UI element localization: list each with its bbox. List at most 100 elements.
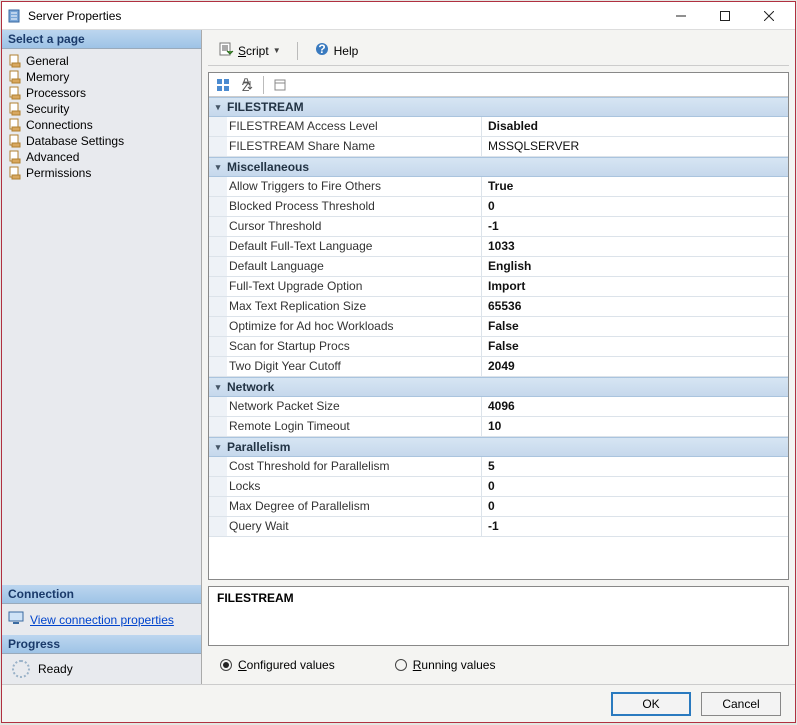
page-item-memory[interactable]: Memory (2, 69, 201, 85)
property-row[interactable]: Max Degree of Parallelism0 (209, 497, 788, 517)
page-item-connections[interactable]: Connections (2, 117, 201, 133)
row-gutter (209, 297, 227, 316)
categorized-button[interactable] (213, 75, 233, 95)
property-row[interactable]: Optimize for Ad hoc WorkloadsFalse (209, 317, 788, 337)
progress-status: Ready (38, 662, 73, 676)
row-gutter (209, 337, 227, 356)
property-row[interactable]: Network Packet Size4096 (209, 397, 788, 417)
chevron-down-icon: ▼ (273, 46, 281, 55)
page-item-label: Database Settings (26, 134, 124, 148)
minimize-button[interactable] (659, 4, 703, 28)
row-gutter (209, 317, 227, 336)
running-values-radio[interactable]: Running values (395, 658, 496, 672)
close-button[interactable] (747, 4, 791, 28)
property-row[interactable]: Query Wait-1 (209, 517, 788, 537)
help-icon: ? (314, 41, 330, 60)
property-row[interactable]: Remote Login Timeout10 (209, 417, 788, 437)
view-connection-properties-link[interactable]: View connection properties (30, 613, 174, 627)
property-row[interactable]: Cost Threshold for Parallelism5 (209, 457, 788, 477)
property-value[interactable]: 0 (482, 477, 788, 496)
property-value[interactable]: Import (482, 277, 788, 296)
description-title: FILESTREAM (217, 591, 780, 605)
property-value[interactable]: 4096 (482, 397, 788, 416)
category-row-parallelism[interactable]: ▾Parallelism (209, 437, 788, 457)
svg-text:?: ? (318, 42, 325, 56)
collapse-icon[interactable]: ▾ (209, 162, 227, 173)
property-value[interactable]: -1 (482, 517, 788, 536)
page-icon (8, 70, 22, 84)
collapse-icon[interactable]: ▾ (209, 102, 227, 113)
page-item-label: Advanced (26, 150, 79, 164)
row-gutter (209, 257, 227, 276)
property-grid: AZ ▾FILESTREAMFILESTREAM Access LevelDis… (208, 72, 789, 580)
monitor-icon (8, 610, 24, 629)
page-icon (8, 86, 22, 100)
property-row[interactable]: Cursor Threshold-1 (209, 217, 788, 237)
property-value[interactable]: 0 (482, 197, 788, 216)
help-button[interactable]: ? Help (310, 39, 363, 62)
category-row-network[interactable]: ▾Network (209, 377, 788, 397)
select-page-header: Select a page (2, 30, 201, 49)
property-row[interactable]: Locks0 (209, 477, 788, 497)
property-pages-button[interactable] (270, 75, 290, 95)
property-row[interactable]: Scan for Startup ProcsFalse (209, 337, 788, 357)
maximize-button[interactable] (703, 4, 747, 28)
property-value[interactable]: Disabled (482, 117, 788, 136)
property-value[interactable]: False (482, 337, 788, 356)
property-value[interactable]: MSSQLSERVER (482, 137, 788, 156)
property-name: Locks (227, 477, 482, 496)
property-row[interactable]: Default LanguageEnglish (209, 257, 788, 277)
help-label: Help (334, 44, 359, 58)
page-icon (8, 54, 22, 68)
page-item-database-settings[interactable]: Database Settings (2, 133, 201, 149)
page-item-processors[interactable]: Processors (2, 85, 201, 101)
collapse-icon[interactable]: ▾ (209, 382, 227, 393)
property-value[interactable]: -1 (482, 217, 788, 236)
property-value[interactable]: True (482, 177, 788, 196)
property-value[interactable]: 0 (482, 497, 788, 516)
configured-values-radio[interactable]: Configured values (220, 658, 335, 672)
body: Select a page GeneralMemoryProcessorsSec… (2, 30, 795, 684)
property-value[interactable]: 65536 (482, 297, 788, 316)
alphabetical-button[interactable]: AZ (237, 75, 257, 95)
progress-section: Ready (2, 654, 201, 684)
property-row[interactable]: Two Digit Year Cutoff2049 (209, 357, 788, 377)
script-icon (218, 41, 234, 60)
category-name: Parallelism (227, 440, 290, 454)
ok-button[interactable]: OK (611, 692, 691, 716)
cancel-button[interactable]: Cancel (701, 692, 781, 716)
script-button[interactable]: Script ▼ (214, 39, 285, 62)
page-item-advanced[interactable]: Advanced (2, 149, 201, 165)
grid-body[interactable]: ▾FILESTREAMFILESTREAM Access LevelDisabl… (209, 97, 788, 579)
progress-header: Progress (2, 635, 201, 654)
property-value[interactable]: 10 (482, 417, 788, 436)
property-name: Cursor Threshold (227, 217, 482, 236)
window-buttons (659, 4, 791, 28)
collapse-icon[interactable]: ▾ (209, 442, 227, 453)
property-row[interactable]: Default Full-Text Language1033 (209, 237, 788, 257)
property-value[interactable]: 5 (482, 457, 788, 476)
page-item-permissions[interactable]: Permissions (2, 165, 201, 181)
property-row[interactable]: FILESTREAM Access LevelDisabled (209, 117, 788, 137)
page-item-security[interactable]: Security (2, 101, 201, 117)
left-pane: Select a page GeneralMemoryProcessorsSec… (2, 30, 202, 684)
category-row-filestream[interactable]: ▾FILESTREAM (209, 97, 788, 117)
row-gutter (209, 397, 227, 416)
property-value[interactable]: False (482, 317, 788, 336)
script-label: Script (238, 44, 269, 58)
property-row[interactable]: Blocked Process Threshold0 (209, 197, 788, 217)
property-value[interactable]: English (482, 257, 788, 276)
page-item-general[interactable]: General (2, 53, 201, 69)
category-row-miscellaneous[interactable]: ▾Miscellaneous (209, 157, 788, 177)
property-row[interactable]: Allow Triggers to Fire OthersTrue (209, 177, 788, 197)
grid-toolbar: AZ (209, 73, 788, 97)
row-gutter (209, 237, 227, 256)
property-row[interactable]: Max Text Replication Size65536 (209, 297, 788, 317)
property-value[interactable]: 1033 (482, 237, 788, 256)
property-name: Query Wait (227, 517, 482, 536)
page-icon (8, 102, 22, 116)
property-row[interactable]: FILESTREAM Share NameMSSQLSERVER (209, 137, 788, 157)
page-icon (8, 118, 22, 132)
property-value[interactable]: 2049 (482, 357, 788, 376)
property-row[interactable]: Full-Text Upgrade OptionImport (209, 277, 788, 297)
